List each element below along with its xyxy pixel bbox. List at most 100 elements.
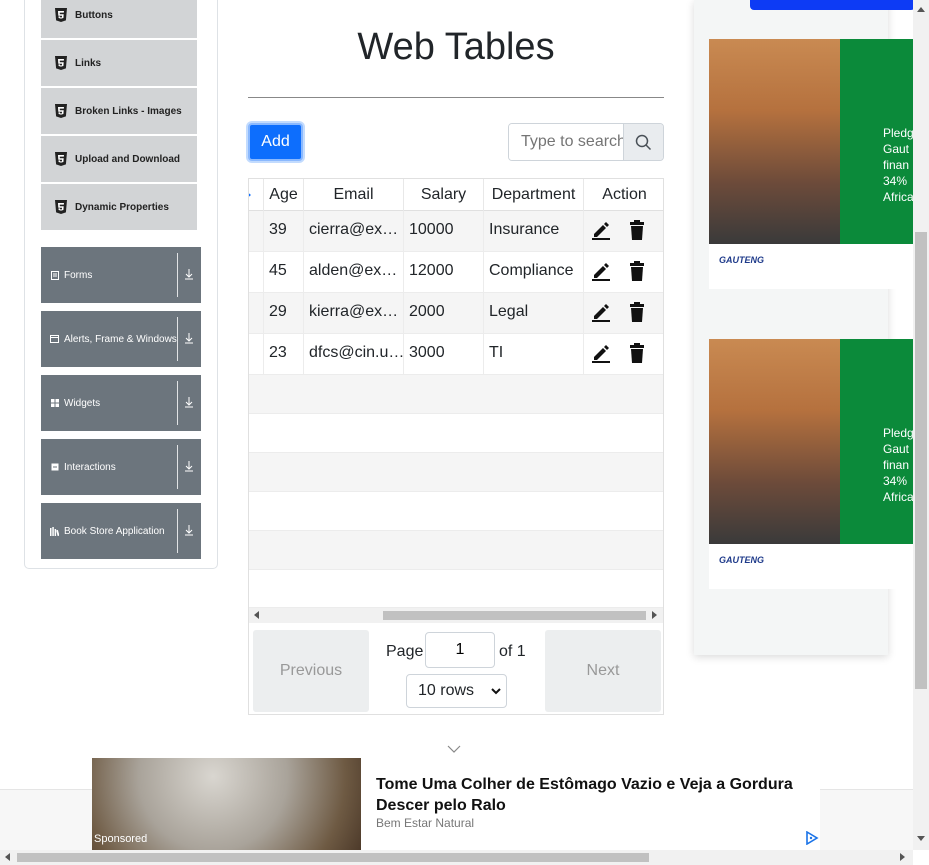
ad-text-line: Pledg xyxy=(883,426,913,440)
pagination: Previous Page of 1 10 rows Next xyxy=(249,625,663,714)
scrollbar-thumb[interactable] xyxy=(383,611,646,620)
table-cell-department: Legal xyxy=(484,293,584,333)
table-cell xyxy=(249,211,264,251)
sidebar-item-upload-download[interactable]: Upload and Download xyxy=(41,136,197,182)
delete-icon[interactable] xyxy=(627,220,647,240)
scroll-down-arrow-icon[interactable] xyxy=(917,836,925,842)
sidebar-group-widgets[interactable]: Widgets xyxy=(41,375,201,431)
right-ad-banner[interactable]: Pledg Gaut finan 34% Africa GAUTENG xyxy=(709,339,913,589)
table-cell-age: 39 xyxy=(264,211,304,251)
scrollbar-thumb[interactable] xyxy=(915,232,927,689)
adchoices-icon[interactable] xyxy=(805,831,819,845)
right-ad-banner[interactable]: Pledg Gaut finan 34% Africa GAUTENG xyxy=(709,39,913,289)
interaction-icon xyxy=(50,463,59,472)
column-header-salary[interactable]: Salary xyxy=(404,179,484,211)
table-row-empty xyxy=(249,453,663,492)
table-row: 23 dfcs@cin.u… 3000 TI xyxy=(249,334,663,375)
city-photo xyxy=(709,339,840,544)
previous-button[interactable]: Previous xyxy=(253,630,369,712)
table-cell-email: cierra@ex… xyxy=(304,211,404,251)
scrollbar-thumb[interactable] xyxy=(17,853,649,862)
ad-button[interactable] xyxy=(750,0,915,10)
chevron-down-icon[interactable] xyxy=(447,744,461,754)
gauteng-logo: GAUTENG xyxy=(719,255,764,265)
ad-title[interactable]: Tome Uma Colher de Estômago Vazio e Veja… xyxy=(376,774,816,816)
edit-icon[interactable] xyxy=(591,220,611,240)
divider xyxy=(248,97,664,98)
scroll-right-arrow-icon[interactable] xyxy=(900,853,906,861)
scroll-left-arrow-icon[interactable] xyxy=(254,611,260,619)
edit-icon[interactable] xyxy=(591,302,611,322)
ad-text-line: Africa xyxy=(883,190,913,204)
download-arrow-icon xyxy=(185,333,193,344)
ad-text: Pledg Gaut finan 34% Africa xyxy=(883,425,913,505)
page-vertical-scrollbar[interactable] xyxy=(913,0,929,850)
table-cell-age: 29 xyxy=(264,293,304,333)
scroll-up-arrow-icon[interactable] xyxy=(917,6,925,12)
table-row-empty xyxy=(249,570,663,608)
sidebar-group-alerts[interactable]: Alerts, Frame & Windows xyxy=(41,311,201,367)
table-cell xyxy=(249,252,264,292)
table-cell-department: Insurance xyxy=(484,211,584,251)
ad-text-line: 34% xyxy=(883,174,908,188)
sidebar-item-links[interactable]: Links xyxy=(41,40,197,86)
delete-icon[interactable] xyxy=(627,343,647,363)
add-button[interactable]: Add xyxy=(248,123,303,161)
table-row-empty xyxy=(249,375,663,414)
search-button[interactable] xyxy=(623,124,663,160)
table-cell-salary: 10000 xyxy=(404,211,484,251)
search-input[interactable] xyxy=(509,124,623,160)
table-cell xyxy=(249,334,264,374)
column-header-department[interactable]: Department xyxy=(484,179,584,211)
sidebar-group-forms[interactable]: Forms xyxy=(41,247,201,303)
download-arrow-icon xyxy=(185,269,193,280)
next-button[interactable]: Next xyxy=(545,630,661,712)
edit-icon[interactable] xyxy=(591,343,611,363)
sponsored-label: Sponsored xyxy=(94,833,148,845)
sidebar-item-broken-links[interactable]: Broken Links - Images xyxy=(41,88,197,134)
ad-text-line: Gaut xyxy=(883,442,910,456)
scroll-left-arrow-icon[interactable] xyxy=(5,853,11,861)
sidebar-item-label: Broken Links - Images xyxy=(75,105,182,117)
html5-icon xyxy=(55,8,67,22)
table-cell-salary: 2000 xyxy=(404,293,484,333)
delete-icon[interactable] xyxy=(627,261,647,281)
column-header-email[interactable]: Email xyxy=(304,179,404,211)
column-resizer[interactable] xyxy=(249,179,264,211)
divider xyxy=(177,253,178,297)
sidebar-group-book-store[interactable]: Book Store Application xyxy=(41,503,201,559)
scroll-right-arrow-icon[interactable] xyxy=(652,611,658,619)
ad-image: Sponsored xyxy=(92,758,361,850)
page-horizontal-scrollbar[interactable] xyxy=(0,850,913,865)
sidebar-item-label: Links xyxy=(75,57,102,69)
table-cell-department: Compliance xyxy=(484,252,584,292)
table-cell xyxy=(249,293,264,333)
sidebar-item-buttons[interactable]: Buttons xyxy=(41,0,197,38)
sidebar-group-interactions[interactable]: Interactions xyxy=(41,439,201,495)
sidebar-group-label: Book Store Application xyxy=(64,525,165,537)
page-number-input[interactable] xyxy=(425,632,495,668)
table-cell-email: alden@ex… xyxy=(304,252,404,292)
rows-per-page-select[interactable]: 10 rows xyxy=(406,674,507,708)
table-cell-email: kierra@ex… xyxy=(304,293,404,333)
table-row-empty xyxy=(249,492,663,531)
bottom-ad[interactable]: Sponsored Tome Uma Colher de Estômago Va… xyxy=(92,758,820,850)
ad-text: Pledg Gaut finan 34% Africa xyxy=(883,125,913,205)
sidebar-group-label: Interactions xyxy=(64,461,116,473)
window-icon xyxy=(50,335,59,344)
column-header-action[interactable]: Action xyxy=(584,179,663,211)
grid-icon xyxy=(50,399,59,408)
table-horizontal-scrollbar[interactable] xyxy=(249,608,663,623)
sidebar-group-label: Alerts, Frame & Windows xyxy=(64,333,177,345)
divider xyxy=(177,509,178,553)
sidebar-group-label: Widgets xyxy=(64,397,101,409)
edit-icon[interactable] xyxy=(591,261,611,281)
column-header-age[interactable]: Age xyxy=(264,179,304,211)
page-title: Web Tables xyxy=(357,26,555,68)
table-row-empty xyxy=(249,414,663,453)
sidebar-item-dynamic-properties[interactable]: Dynamic Properties xyxy=(41,184,197,230)
delete-icon[interactable] xyxy=(627,302,647,322)
caret-right-icon xyxy=(249,193,251,197)
table-cell-salary: 12000 xyxy=(404,252,484,292)
html5-icon xyxy=(55,152,67,166)
